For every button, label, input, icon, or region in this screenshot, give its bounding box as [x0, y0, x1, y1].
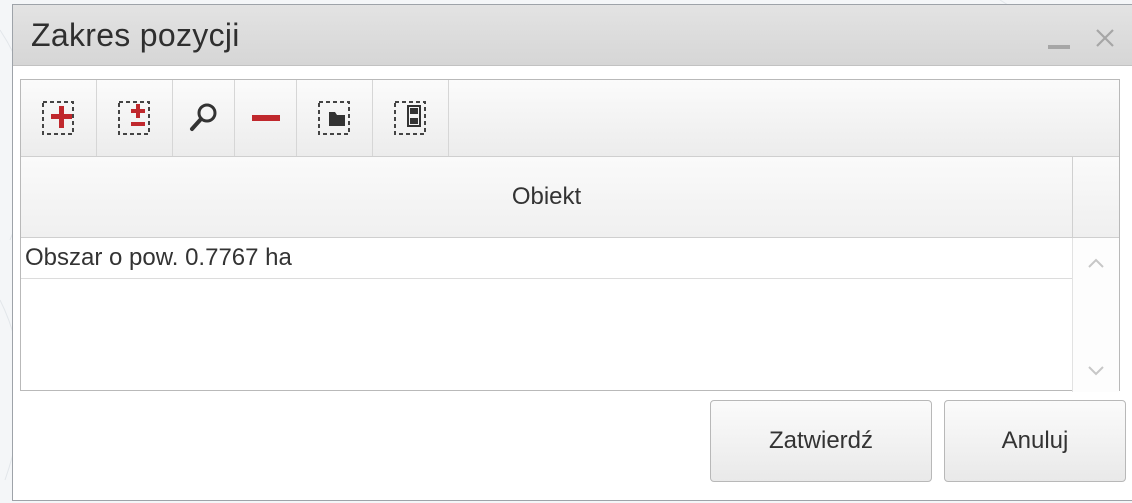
confirm-button[interactable]: Zatwierdź: [710, 400, 932, 482]
toolbar: [21, 80, 1119, 157]
grid-header: Obiekt: [21, 157, 1119, 238]
minimize-icon: [1048, 45, 1070, 49]
grid-body: Obszar o pow. 0.7767 ha: [21, 238, 1119, 392]
add-selection-button[interactable]: [21, 80, 97, 156]
cell-obiekt: Obszar o pow. 0.7767 ha: [25, 244, 292, 271]
vertical-scrollbar[interactable]: [1072, 238, 1119, 392]
scrollbar-header: [1073, 157, 1119, 237]
column-header-obiekt[interactable]: Obiekt: [21, 157, 1073, 237]
table-row[interactable]: Obszar o pow. 0.7767 ha: [21, 238, 1072, 279]
chevron-down-icon[interactable]: [1085, 360, 1107, 382]
add-selection-icon: [41, 101, 74, 135]
add-remove-selection-icon: [117, 101, 150, 135]
chevron-up-icon[interactable]: [1085, 252, 1107, 274]
minimize-button[interactable]: [1044, 23, 1074, 53]
save-icon: [393, 101, 426, 135]
title-bar[interactable]: Zakres pozycji: [13, 5, 1132, 66]
search-button[interactable]: [173, 80, 235, 156]
close-icon: [1096, 29, 1114, 47]
cancel-button[interactable]: Anuluj: [944, 400, 1126, 482]
grid-rows: Obszar o pow. 0.7767 ha: [21, 238, 1072, 392]
open-folder-icon: [317, 101, 350, 135]
objects-panel: Obiekt Obszar o pow. 0.7767 ha: [20, 79, 1120, 392]
dialog-title: Zakres pozycji: [31, 17, 240, 53]
close-button[interactable]: [1090, 23, 1120, 53]
search-icon: [189, 103, 216, 131]
remove-icon: [251, 115, 280, 121]
add-remove-selection-button[interactable]: [97, 80, 173, 156]
open-button[interactable]: [297, 80, 373, 156]
save-button[interactable]: [373, 80, 449, 156]
remove-button[interactable]: [235, 80, 297, 156]
